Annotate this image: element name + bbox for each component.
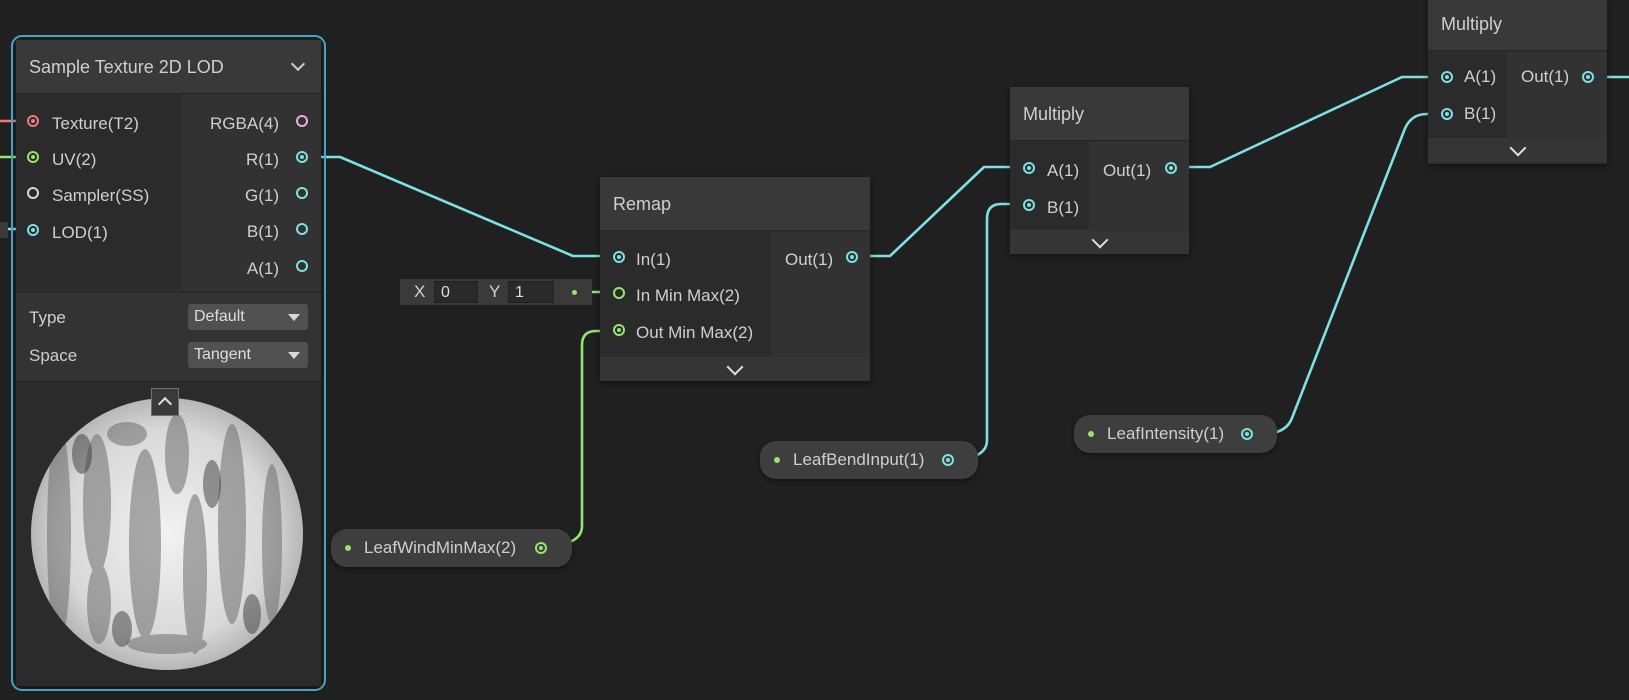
port-a[interactable] (1023, 162, 1035, 174)
port-label-out: Out(1) (785, 250, 834, 269)
node-title: Multiply (1023, 104, 1085, 124)
expand-chevron-icon (1509, 139, 1526, 157)
node-title: Remap (613, 194, 672, 214)
inline-port-dot (572, 290, 577, 295)
port-rgba[interactable] (296, 115, 308, 127)
property-dot-icon (345, 545, 351, 551)
outputs-column (1089, 142, 1189, 229)
node-title: Sample Texture 2D LOD (29, 57, 224, 77)
port-a[interactable] (1441, 71, 1453, 83)
outputs-column (1507, 52, 1607, 139)
port-r[interactable] (296, 151, 308, 163)
port-label-out: Out(1) (1103, 161, 1152, 180)
port-label-out: Out(1) (1521, 67, 1570, 86)
port-out[interactable] (1165, 162, 1177, 174)
expand-chevron-icon (726, 358, 744, 376)
port-label-sampler: Sampler(SS) (52, 186, 150, 205)
port-label-rgba: RGBA(4) (210, 114, 279, 133)
y-label: Y (489, 282, 501, 301)
chevron-up-icon (157, 396, 173, 412)
type-label: Type (29, 308, 66, 327)
preview-collapse-button[interactable] (151, 388, 179, 416)
port-label-uv: UV(2) (52, 150, 97, 169)
node-footer[interactable] (1428, 138, 1607, 162)
wire-r-to-remap-in[interactable] (299, 155, 621, 258)
dropdown-arrow-icon (288, 352, 300, 359)
space-dropdown-value: Tangent (194, 346, 251, 363)
wire-leafintensity-to-multiply2-b[interactable] (1260, 112, 1446, 436)
property-dot-icon (1088, 431, 1094, 437)
node-title: Multiply (1441, 14, 1503, 34)
property-node-leaf-wind-min-max[interactable]: LeafWindMinMax(2) (331, 529, 572, 567)
property-dot-icon (774, 457, 780, 463)
node-header[interactable]: Sample Texture 2D LOD (16, 40, 321, 94)
type-dropdown[interactable]: Default (188, 304, 308, 330)
remap-node[interactable]: Remap In(1) In Min Max(2) Out Min Max(2)… (600, 177, 870, 381)
x-value-input[interactable]: 0 (434, 281, 478, 303)
port-out-min-max[interactable] (613, 324, 625, 336)
port-uv[interactable] (27, 151, 39, 163)
space-dropdown[interactable]: Tangent (188, 342, 308, 368)
port-label-out-min-max: Out Min Max(2) (636, 323, 754, 342)
node-footer[interactable] (1010, 230, 1189, 254)
port-sampler[interactable] (27, 187, 39, 199)
port-out[interactable] (846, 251, 858, 263)
property-label: LeafBendInput(1) (793, 450, 925, 469)
property-output-port[interactable] (535, 542, 547, 554)
property-label: LeafWindMinMax(2) (364, 538, 517, 557)
port-label-a: A(1) (1047, 161, 1080, 180)
texture-preview-sphere (31, 398, 303, 670)
dropdown-arrow-icon (288, 314, 300, 321)
port-label-b: B(1) (246, 222, 279, 241)
x-label: X (414, 282, 426, 301)
inputs-column (1428, 52, 1507, 139)
port-label-in: In(1) (636, 250, 671, 269)
type-dropdown-value: Default (194, 308, 245, 325)
port-b[interactable] (1023, 199, 1035, 211)
sample-texture-2d-lod-node[interactable]: Sample Texture 2D LOD Texture(T2) UV(2) … (11, 35, 326, 691)
port-label-lod: LOD(1) (52, 223, 108, 242)
port-in[interactable] (613, 251, 625, 263)
expand-chevron-icon (1091, 231, 1108, 249)
multiply-node-2[interactable]: Multiply A(1) B(1) Out(1) (1428, 0, 1607, 164)
offscreen-node-stub (0, 222, 8, 238)
multiply-node-1[interactable]: Multiply A(1) B(1) Out(1) (1010, 87, 1189, 254)
port-label-r: R(1) (245, 150, 279, 169)
port-g[interactable] (296, 187, 308, 199)
port-label-g: G(1) (245, 186, 279, 205)
node-header[interactable]: Multiply (1428, 0, 1607, 51)
port-label-in-min-max: In Min Max(2) (636, 286, 740, 305)
collapse-chevron-icon[interactable] (290, 56, 306, 72)
wire-remap-out-to-multiply-a[interactable] (849, 165, 1030, 258)
node-footer[interactable] (600, 357, 870, 381)
node-header[interactable]: Multiply (1010, 87, 1189, 141)
node-header[interactable]: Remap (600, 177, 870, 231)
port-a[interactable] (296, 260, 308, 272)
port-label-texture: Texture(T2) (52, 114, 139, 133)
port-label-b: B(1) (1047, 198, 1080, 217)
port-label-a: A(1) (246, 259, 279, 278)
port-b[interactable] (1441, 108, 1453, 120)
property-node-leaf-bend-input[interactable]: LeafBendInput(1) (760, 441, 978, 479)
space-label: Space (29, 346, 78, 365)
property-node-leaf-intensity[interactable]: LeafIntensity(1) (1074, 415, 1277, 453)
property-output-port[interactable] (942, 454, 954, 466)
port-out[interactable] (1582, 71, 1594, 83)
wire-multiply1-out-to-multiply2-a[interactable] (1169, 75, 1446, 169)
property-label: LeafIntensity(1) (1107, 424, 1225, 443)
port-label-a: A(1) (1464, 67, 1497, 86)
in-min-max-inline-field: X 0 Y 1 (400, 279, 592, 305)
y-value-input[interactable]: 1 (508, 281, 554, 303)
property-output-port[interactable] (1241, 428, 1253, 440)
port-lod[interactable] (27, 224, 39, 236)
port-texture[interactable] (27, 115, 39, 127)
port-in-min-max[interactable] (613, 287, 625, 299)
port-b[interactable] (296, 223, 308, 235)
port-label-b: B(1) (1464, 104, 1497, 123)
